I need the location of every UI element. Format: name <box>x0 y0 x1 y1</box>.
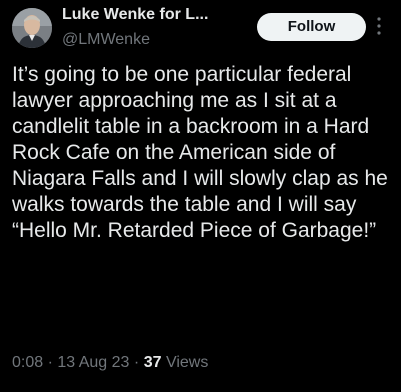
tweet-card: Luke Wenke for L... @LMWenke Follow It’s… <box>0 0 401 392</box>
views-count: 37 <box>143 354 162 371</box>
more-vertical-icon[interactable] <box>376 16 382 36</box>
meta-separator: · <box>47 354 53 371</box>
tweet-date[interactable]: 13 Aug 23 <box>57 354 129 371</box>
tweet-meta: 0:08 · 13 Aug 23 · 37 Views <box>12 354 208 372</box>
meta-separator: · <box>133 354 140 371</box>
author-display-name[interactable]: Luke Wenke for L... <box>62 6 208 24</box>
tweet-text: It’s going to be one particular federal … <box>12 63 388 242</box>
avatar-image <box>12 8 52 48</box>
author-handle[interactable]: @LMWenke <box>62 31 150 49</box>
avatar[interactable] <box>12 8 52 48</box>
views-label: Views <box>165 354 209 371</box>
tweet-time[interactable]: 0:08 <box>12 354 43 371</box>
follow-button[interactable]: Follow <box>257 13 366 41</box>
